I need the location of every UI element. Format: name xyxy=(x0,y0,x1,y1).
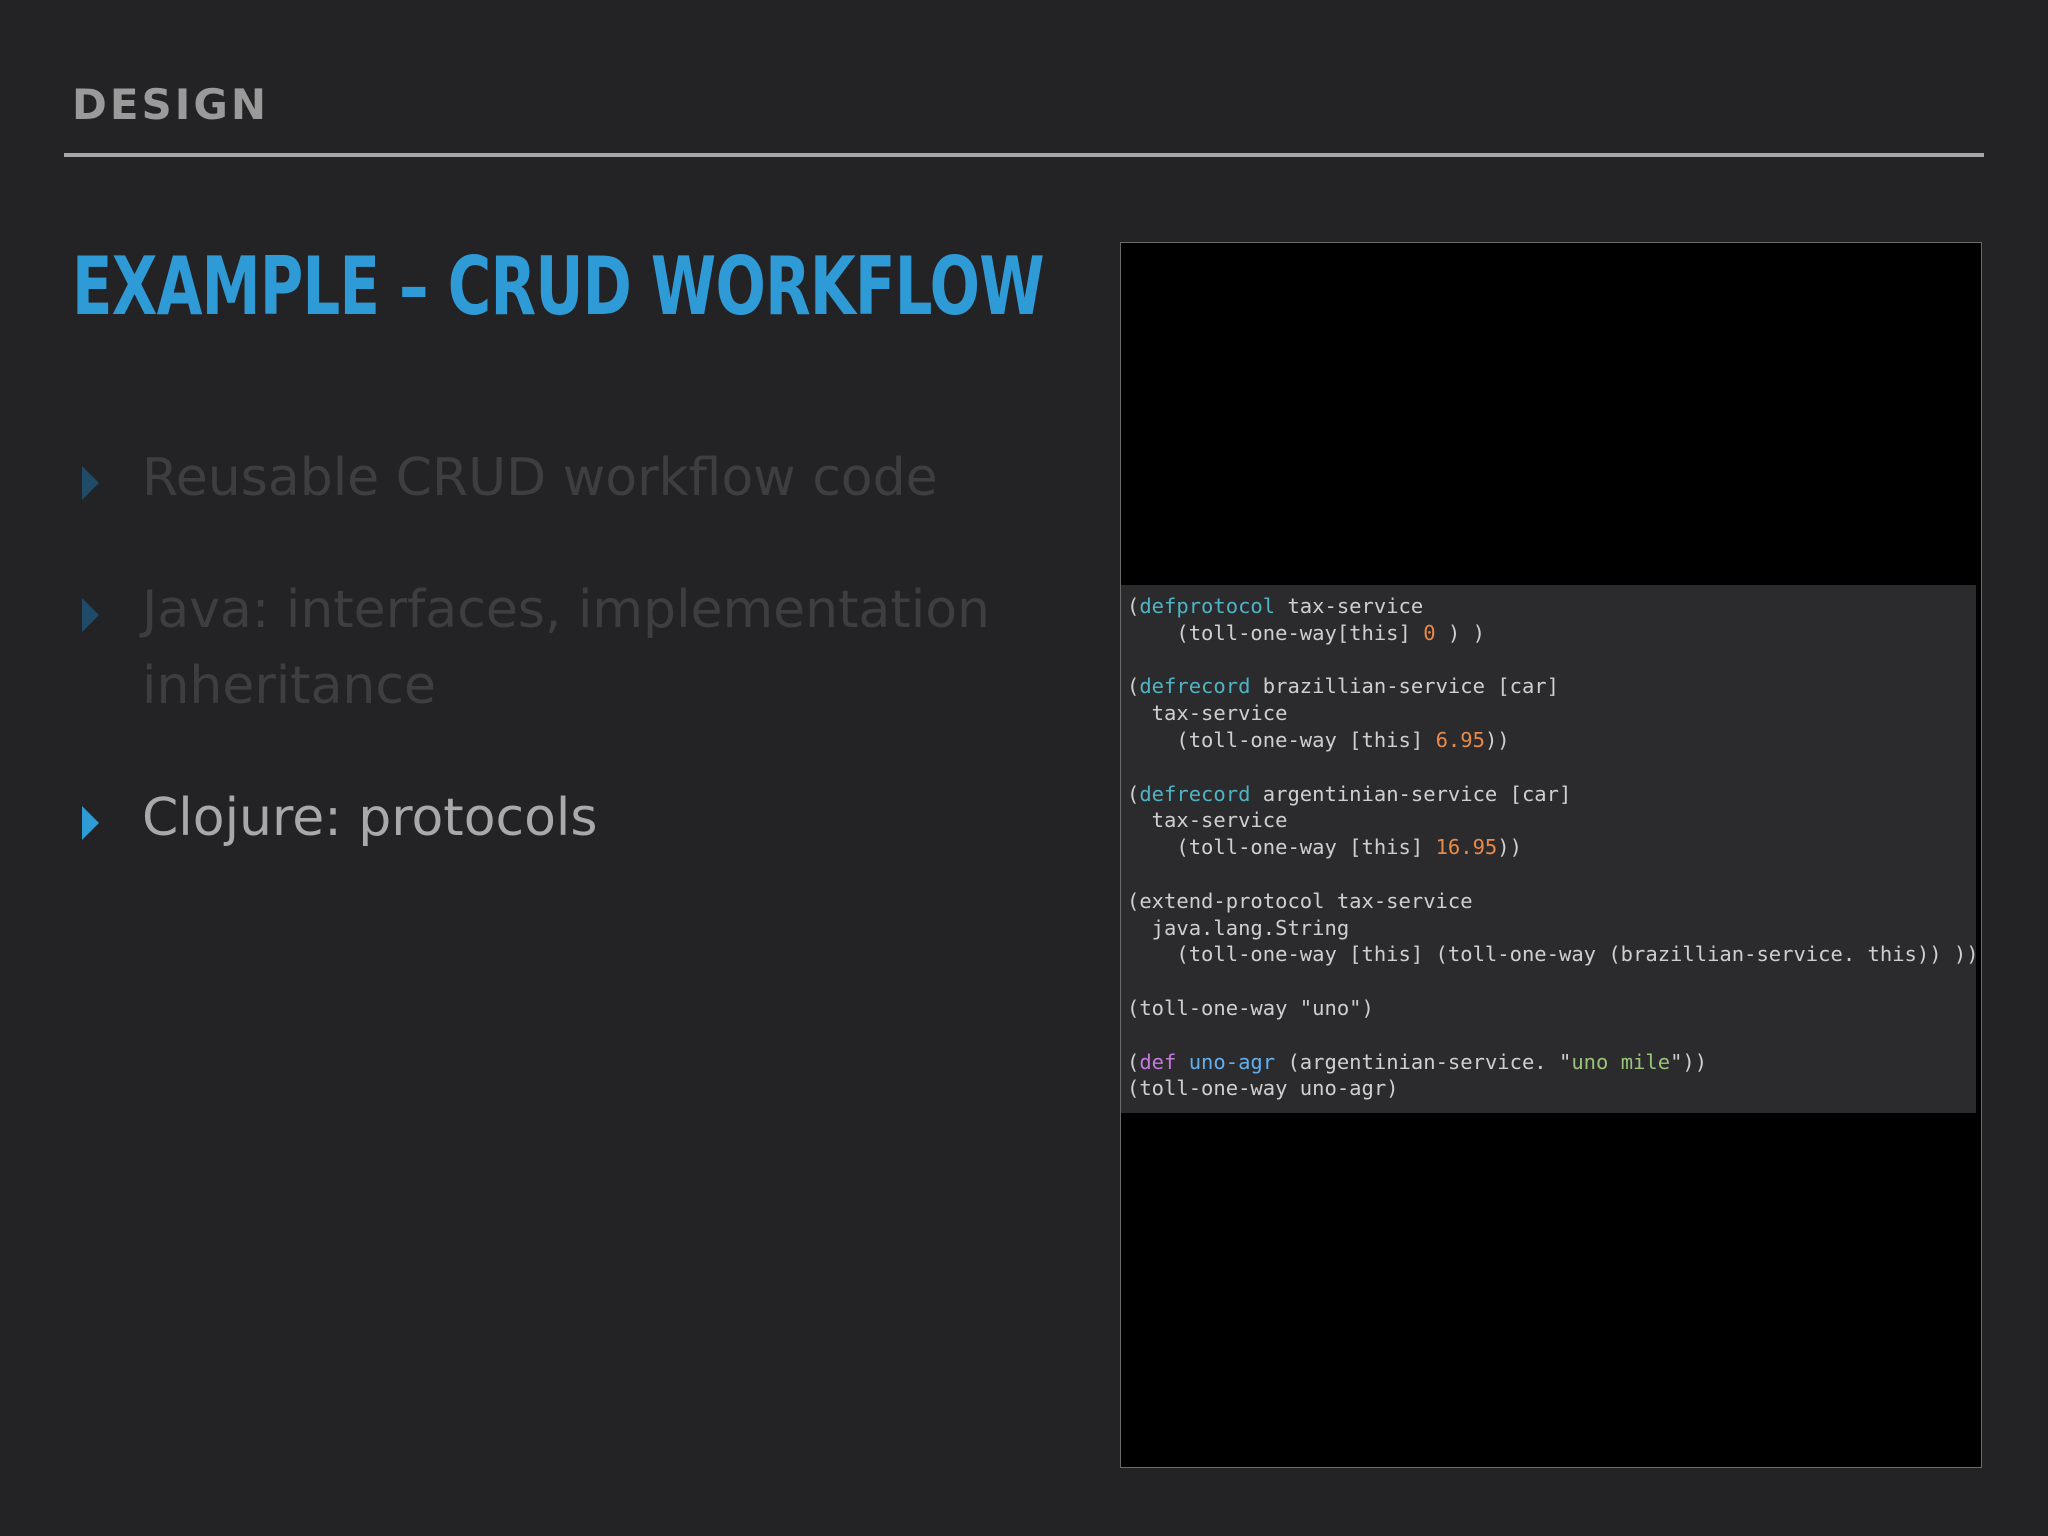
code-token: (toll-one-way uno-agr) xyxy=(1127,1076,1399,1101)
code-token: defrecord xyxy=(1139,674,1251,699)
code-token: brazillian-service [car] xyxy=(1250,674,1559,699)
code-token: defprotocol xyxy=(1139,594,1276,618)
bullet-text: Java: interfaces, implementation inherit… xyxy=(142,580,990,716)
triangle-bullet-icon xyxy=(82,466,99,500)
code-token: ( xyxy=(1127,1049,1140,1074)
code-token: (toll-one-way [this] (toll-one-way (braz… xyxy=(1127,942,1976,967)
code-token: argentinian-service [car] xyxy=(1250,781,1572,806)
code-token: 16.95 xyxy=(1435,835,1498,860)
code-block: (defprotocol tax-service (toll-one-way[t… xyxy=(1121,585,1976,1113)
code-line: (def uno-agr (argentinian-service. "uno … xyxy=(1127,1049,1976,1076)
code-token: tax-service xyxy=(1275,594,1424,618)
code-line: (extend-protocol tax-service xyxy=(1127,888,1976,915)
bullet-text: Clojure: protocols xyxy=(142,788,598,848)
code-token: ) ) xyxy=(1435,620,1485,645)
bullet-item: Reusable CRUD workflow code xyxy=(78,440,1038,516)
code-line: tax-service xyxy=(1127,807,1976,834)
code-token: ")) xyxy=(1670,1049,1708,1074)
code-line: (toll-one-way uno-agr) xyxy=(1127,1075,1976,1102)
code-token: (extend-protocol tax-service xyxy=(1127,888,1473,913)
code-line: (defrecord brazillian-service [car] xyxy=(1127,673,1976,700)
code-token: 0 xyxy=(1423,620,1436,645)
bullet-item: Java: interfaces, implementation inherit… xyxy=(78,572,1038,724)
bullet-text: Reusable CRUD workflow code xyxy=(142,448,938,508)
code-screenshot-frame: (defprotocol tax-service (toll-one-way[t… xyxy=(1120,242,1982,1468)
code-token: (argentinian-service. " xyxy=(1275,1049,1572,1074)
code-token: (toll-one-way "uno") xyxy=(1127,995,1374,1020)
code-token: ( xyxy=(1127,674,1140,699)
code-line: (defrecord argentinian-service [car] xyxy=(1127,781,1976,808)
code-token: java.lang.String xyxy=(1127,915,1350,940)
code-token: (toll-one-way[this] xyxy=(1127,620,1424,645)
code-line: (toll-one-way [this] (toll-one-way (braz… xyxy=(1127,941,1976,968)
code-token: tax-service xyxy=(1127,701,1288,726)
code-line: (toll-one-way [this] 16.95)) xyxy=(1127,834,1976,861)
code-token: )) xyxy=(1497,835,1522,860)
code-token: (toll-one-way [this] xyxy=(1127,727,1436,752)
code-token: uno-agr xyxy=(1188,1049,1276,1074)
triangle-bullet-icon xyxy=(82,806,99,840)
section-label: DESIGN xyxy=(72,80,270,129)
code-token: uno mile xyxy=(1571,1049,1671,1074)
code-line: (toll-one-way[this] 0 ) ) xyxy=(1127,620,1976,647)
code-token: 6.95 xyxy=(1435,727,1485,752)
header-divider xyxy=(64,153,1984,157)
code-line: (defprotocol tax-service xyxy=(1127,593,1976,620)
code-token: (toll-one-way [this] xyxy=(1127,835,1436,860)
triangle-bullet-icon xyxy=(82,598,99,632)
code-token: ( xyxy=(1127,781,1140,806)
code-line: (toll-one-way [this] 6.95)) xyxy=(1127,727,1976,754)
code-token: tax-service xyxy=(1127,808,1288,833)
bullet-list: Reusable CRUD workflow code Java: interf… xyxy=(78,440,1038,912)
slide-title: EXAMPLE – CRUD WORKFLOW xyxy=(72,240,1045,333)
code-token: defrecord xyxy=(1139,781,1251,806)
code-line: tax-service xyxy=(1127,700,1976,727)
code-token: ( xyxy=(1127,594,1140,618)
code-line: java.lang.String xyxy=(1127,915,1976,942)
bullet-item: Clojure: protocols xyxy=(78,780,1038,856)
code-line: (toll-one-way "uno") xyxy=(1127,995,1976,1022)
code-token: def xyxy=(1139,1049,1177,1074)
code-token: )) xyxy=(1484,727,1510,752)
